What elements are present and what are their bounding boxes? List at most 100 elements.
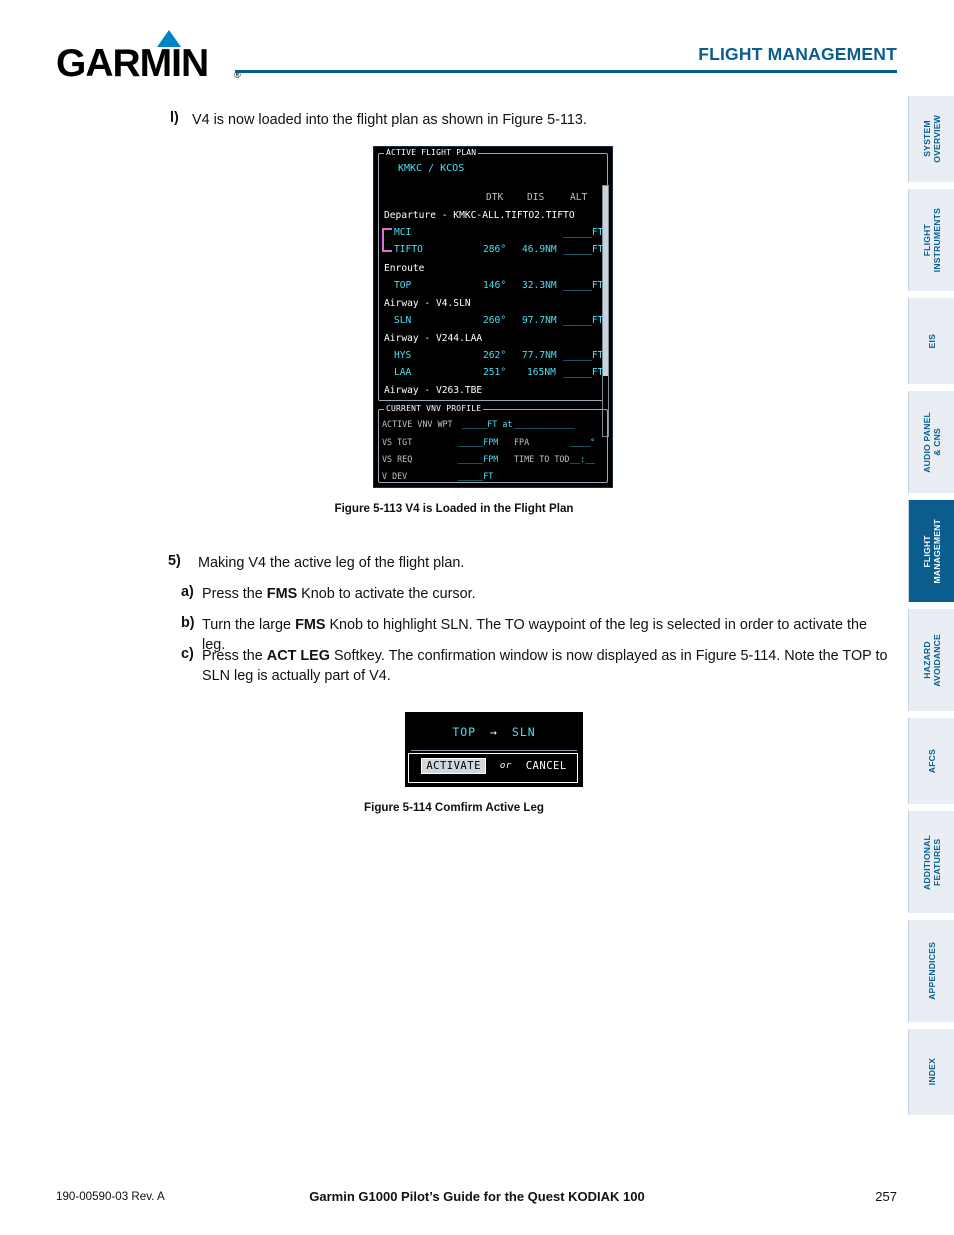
vnv-value-time-to-tod: __:__ (570, 454, 596, 464)
vnv-value-active-wpt-name: ____________ (514, 419, 575, 429)
vnv-label-v-dev: V DEV (382, 471, 408, 481)
fpl-row-laa-alt: _____FT (563, 367, 604, 378)
sidebar-item-flight-management[interactable]: FLIGHT MANAGEMENT (908, 500, 954, 602)
vnv-label-active-wpt: ACTIVE VNV WPT (382, 419, 453, 429)
vnv-value-fpa: ____° (570, 437, 596, 447)
fpl-row-sln-dis: 97.7NM (522, 315, 557, 326)
fpl-row-airway-v263: Airway - V263.TBE (384, 385, 483, 396)
step-a-post: Knob to activate the cursor. (297, 586, 476, 602)
tab-label: EIS (927, 333, 937, 349)
confirm-from-waypoint: TOP (452, 725, 477, 739)
fpl-row-departure: Departure - KMKC-ALL.TIFTO2.TIFTO (384, 210, 575, 221)
arrow-icon: → (490, 725, 498, 739)
vnv-label-vs-tgt: VS TGT (382, 437, 413, 447)
step-a-pre: Press the (202, 586, 267, 602)
sidebar-item-hazard-avoidance[interactable]: HAZARD AVOIDANCE (908, 609, 954, 711)
tab-label: AFCS (927, 748, 937, 774)
step-c-line2: SLN leg is actually part of V4. (202, 668, 391, 684)
fpl-row-tifto-alt: _____FT (563, 244, 604, 255)
tab-label: INDEX (927, 1058, 937, 1086)
section-tab-rail: SYSTEM OVERVIEW FLIGHT INSTRUMENTS EIS A… (908, 96, 954, 1122)
tab-label: SYSTEM OVERVIEW (922, 115, 942, 163)
vnv-value-active-wpt: _____FT at (462, 419, 513, 429)
step-l-label: l) (170, 110, 179, 126)
vnv-label-fpa: FPA (514, 437, 530, 447)
vnv-value-vs-tgt: _____FPM (458, 437, 499, 447)
step-l-text: V4 is now loaded into the flight plan as… (192, 112, 587, 128)
confirm-to-waypoint: SLN (511, 725, 536, 739)
footer-title: Garmin G1000 Pilot’s Guide for the Quest… (309, 1189, 645, 1204)
sidebar-item-additional-features[interactable]: ADDITIONAL FEATURES (908, 811, 954, 913)
step-c-label: c) (181, 646, 194, 662)
fpl-row-tifto-dis: 46.9NM (522, 244, 557, 255)
sidebar-item-system-overview[interactable]: SYSTEM OVERVIEW (908, 96, 954, 182)
tab-label: ADDITIONAL FEATURES (922, 834, 942, 890)
footer-page-number: 257 (875, 1189, 897, 1204)
fpl-row-mci-alt: _____FT (563, 227, 604, 238)
fpl-row-hys-dtk: 262° (483, 350, 507, 361)
fpl-row-top-dis: 32.3NM (522, 280, 557, 291)
tab-label: HAZARD AVOIDANCE (922, 633, 942, 687)
active-flight-plan-title: ACTIVE FLIGHT PLAN (384, 148, 479, 157)
step-5-text: Making V4 the active leg of the flight p… (198, 555, 465, 571)
scrollbar-thumb[interactable] (603, 186, 608, 376)
confirm-buttons: ACTIVATE or CANCEL (405, 758, 583, 774)
fpl-row-hys-name: HYS (394, 350, 412, 361)
flight-plan-figure: ACTIVE FLIGHT PLAN KMKC / KCOS DTK DIS A… (373, 146, 613, 488)
fpl-row-airway-v244: Airway - V244.LAA (384, 333, 483, 344)
fpl-row-hys-alt: _____FT (563, 350, 604, 361)
cancel-button[interactable]: CANCEL (526, 760, 567, 772)
sidebar-item-eis[interactable]: EIS (908, 298, 954, 384)
fpl-row-tifto-name: TIFTO (394, 244, 423, 255)
column-header-alt: ALT (570, 192, 588, 203)
step-5-label: 5) (168, 553, 181, 569)
scrollbar[interactable] (602, 185, 609, 437)
fpl-row-sln-dtk: 260° (483, 315, 507, 326)
step-b-label: b) (181, 615, 195, 631)
step-c-text: Press the ACT LEG Softkey. The confirmat… (202, 646, 892, 666)
fpl-row-laa-name: LAA (394, 367, 412, 378)
tab-label: AUDIO PANEL & CNS (922, 411, 942, 473)
sidebar-item-appendices[interactable]: APPENDICES (908, 920, 954, 1022)
fpl-row-laa-dis: 165NM (527, 367, 556, 378)
vnv-value-vs-req: _____FPM (458, 454, 499, 464)
active-flight-plan-box (378, 153, 608, 401)
step-c-bold: ACT LEG (266, 648, 330, 664)
sidebar-item-index[interactable]: INDEX (908, 1029, 954, 1115)
fpl-row-enroute: Enroute (384, 263, 425, 274)
vnv-profile-title: CURRENT VNV PROFILE (384, 404, 484, 413)
step-b-pre: Turn the large (202, 617, 296, 633)
step-c-pre: Press the (202, 648, 267, 664)
column-header-dtk: DTK (486, 192, 504, 203)
step-c-post: Softkey. The confirmation window is now … (329, 648, 888, 664)
sidebar-item-audio-panel-cns[interactable]: AUDIO PANEL & CNS (908, 391, 954, 493)
vnv-value-v-dev: _____FT (458, 471, 494, 481)
fpl-row-sln-alt: _____FT (563, 315, 604, 326)
fpl-row-top-alt: _____FT (563, 280, 604, 291)
fpl-row-airway-v4: Airway - V4.SLN (384, 298, 471, 309)
fpl-row-top-name: TOP (394, 280, 412, 291)
vnv-label-vs-req: VS REQ (382, 454, 413, 464)
sidebar-item-flight-instruments[interactable]: FLIGHT INSTRUMENTS (908, 189, 954, 291)
activate-button[interactable]: ACTIVATE (421, 758, 486, 774)
tab-label: APPENDICES (927, 942, 937, 1000)
or-label: or (499, 761, 512, 771)
column-header-dis: DIS (527, 192, 545, 203)
step-a-text: Press the FMS Knob to activate the curso… (202, 584, 862, 604)
step-b-bold: FMS (295, 617, 326, 633)
page-content: l) V4 is now loaded into the flight plan… (0, 0, 908, 1235)
tab-label: FLIGHT MANAGEMENT (922, 518, 942, 584)
step-a-bold: FMS (266, 586, 298, 602)
tab-label: FLIGHT INSTRUMENTS (922, 207, 942, 273)
fpl-row-mci-name: MCI (394, 227, 412, 238)
step-a-label: a) (181, 584, 194, 600)
sidebar-item-afcs[interactable]: AFCS (908, 718, 954, 804)
figure-114-caption: Figure 5-114 Comfirm Active Leg (364, 801, 544, 814)
fpl-row-sln-name: SLN (394, 315, 412, 326)
fpl-row-tifto-dtk: 286° (483, 244, 507, 255)
fpl-row-top-dtk: 146° (483, 280, 507, 291)
active-leg-bracket (382, 228, 392, 252)
fpl-row-laa-dtk: 251° (483, 367, 507, 378)
document-page: GARMIN ® FLIGHT MANAGEMENT SYSTEM OVERVI… (0, 0, 954, 1235)
figure-113-caption: Figure 5-113 V4 is Loaded in the Flight … (334, 502, 574, 515)
